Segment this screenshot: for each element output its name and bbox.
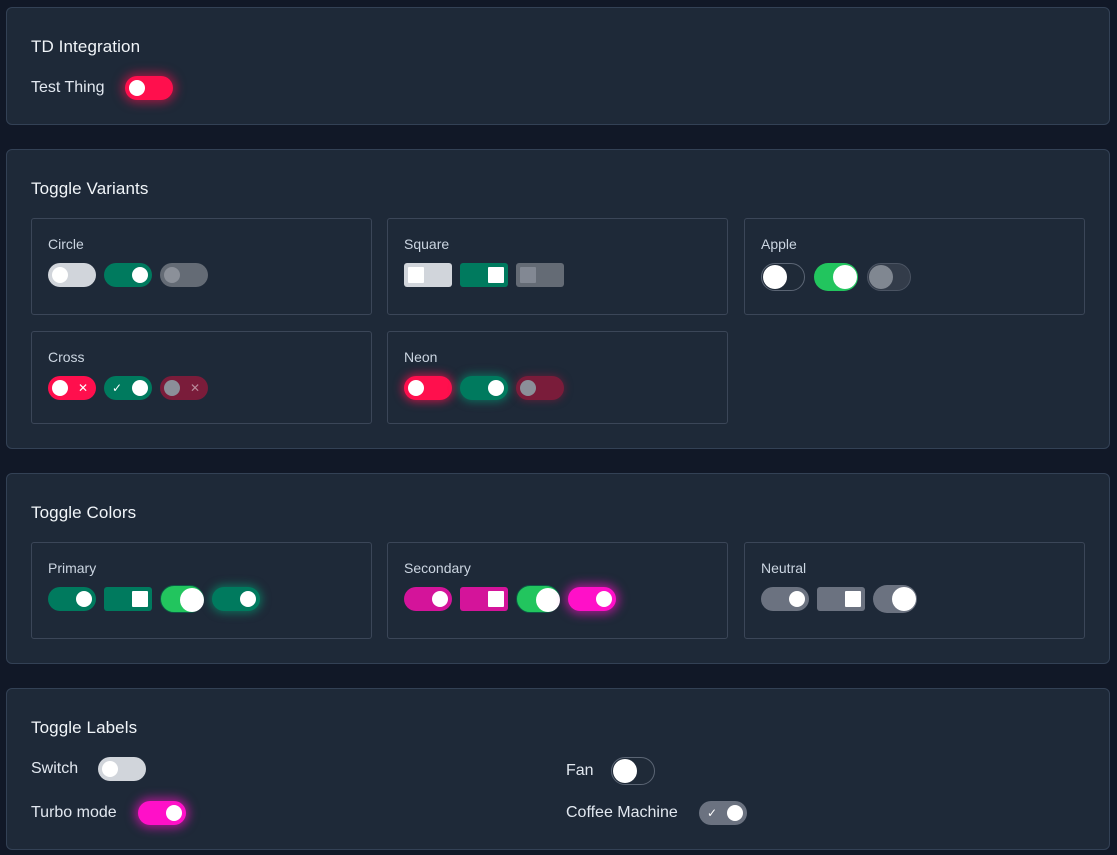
secondary-neon-toggle[interactable]	[568, 587, 616, 611]
neon-variant-title: Neon	[404, 349, 438, 365]
circle-toggle-on[interactable]	[104, 263, 152, 287]
circle-variant-title: Circle	[48, 236, 84, 252]
toggle-knob	[833, 265, 857, 289]
circle-variant-panel: Circle	[31, 218, 372, 315]
toggle-knob	[536, 588, 560, 612]
toggle-variants-card: Toggle Variants Circle Square Apple Cros…	[6, 149, 1110, 449]
neutral-color-title: Neutral	[761, 560, 807, 576]
turbo-mode-toggle[interactable]	[138, 801, 186, 825]
td-integration-title: TD Integration	[31, 37, 141, 56]
toggle-knob	[520, 380, 536, 396]
toggle-knob	[132, 267, 148, 283]
toggle-knob	[892, 587, 916, 611]
apple-variant-title: Apple	[761, 236, 797, 252]
toggle-variants-title: Toggle Variants	[31, 179, 149, 198]
toggle-knob	[596, 591, 612, 607]
test-thing-label: Test Thing	[31, 79, 105, 96]
square-variant-panel: Square	[387, 218, 728, 315]
circle-toggle-disabled	[160, 263, 208, 287]
primary-color-title: Primary	[48, 560, 97, 576]
toggle-labels-title: Toggle Labels	[31, 718, 138, 737]
square-toggle-off[interactable]	[404, 263, 452, 287]
neutral-apple-toggle[interactable]	[873, 585, 917, 613]
toggle-colors-title: Toggle Colors	[31, 503, 137, 522]
fan-toggle[interactable]	[611, 757, 655, 785]
toggle-knob	[488, 380, 504, 396]
toggle-knob	[613, 759, 637, 783]
toggle-knob	[76, 591, 92, 607]
cross-toggle-disabled: ✕	[160, 376, 208, 400]
toggle-knob	[164, 380, 180, 396]
toggle-knob	[869, 265, 893, 289]
neon-toggle-on[interactable]	[460, 376, 508, 400]
cross-variant-title: Cross	[48, 349, 85, 365]
toggle-knob	[488, 591, 504, 607]
primary-apple-toggle[interactable]	[160, 585, 204, 613]
toggle-labels-card: Toggle Labels Switch Turbo mode Fan Coff…	[6, 688, 1110, 850]
toggle-knob	[408, 267, 424, 283]
square-toggle-on[interactable]	[460, 263, 508, 287]
toggle-knob	[240, 591, 256, 607]
neutral-color-panel: Neutral	[744, 542, 1085, 639]
toggle-knob	[166, 805, 182, 821]
toggle-knob	[102, 761, 118, 777]
check-icon: ✓	[112, 381, 123, 395]
fan-label: Fan	[566, 762, 594, 779]
apple-toggle-disabled	[867, 263, 911, 291]
primary-circle-toggle[interactable]	[48, 587, 96, 611]
secondary-color-panel: Secondary	[387, 542, 728, 639]
toggle-colors-card: Toggle Colors Primary Secondary Neutral	[6, 473, 1110, 664]
cross-variant-panel: Cross ✕ ✓ ✕	[31, 331, 372, 424]
toggle-knob	[129, 80, 145, 96]
toggle-knob	[727, 805, 743, 821]
apple-toggle-on[interactable]	[814, 263, 858, 291]
toggle-knob	[488, 267, 504, 283]
coffee-machine-toggle[interactable]: ✓	[699, 801, 747, 825]
test-thing-toggle[interactable]	[125, 76, 173, 100]
toggle-knob	[845, 591, 861, 607]
primary-neon-toggle[interactable]	[212, 587, 260, 611]
cross-icon: ✕	[78, 381, 89, 395]
toggle-knob	[763, 265, 787, 289]
toggle-knob	[164, 267, 180, 283]
coffee-machine-label: Coffee Machine	[566, 804, 678, 821]
cross-icon: ✕	[190, 381, 201, 395]
primary-color-panel: Primary	[31, 542, 372, 639]
circle-toggle-off[interactable]	[48, 263, 96, 287]
toggle-knob	[52, 380, 68, 396]
toggle-knob	[132, 591, 148, 607]
secondary-circle-toggle[interactable]	[404, 587, 452, 611]
toggle-knob	[180, 588, 204, 612]
secondary-apple-toggle[interactable]	[516, 585, 560, 613]
cross-toggle-on[interactable]: ✓	[104, 376, 152, 400]
secondary-square-toggle[interactable]	[460, 587, 508, 611]
apple-variant-panel: Apple	[744, 218, 1085, 315]
neutral-circle-toggle[interactable]	[761, 587, 809, 611]
neutral-square-toggle[interactable]	[817, 587, 865, 611]
primary-square-toggle[interactable]	[104, 587, 152, 611]
apple-toggle-off[interactable]	[761, 263, 805, 291]
turbo-mode-label: Turbo mode	[31, 804, 117, 821]
toggle-knob	[520, 267, 536, 283]
neon-toggle-disabled	[516, 376, 564, 400]
check-icon: ✓	[707, 806, 718, 820]
toggle-knob	[789, 591, 805, 607]
secondary-color-title: Secondary	[404, 560, 471, 576]
square-variant-title: Square	[404, 236, 450, 252]
toggle-knob	[132, 380, 148, 396]
toggle-knob	[52, 267, 68, 283]
neon-variant-panel: Neon	[387, 331, 728, 424]
td-integration-card: TD Integration Test Thing	[6, 7, 1110, 125]
square-toggle-disabled	[516, 263, 564, 287]
toggle-knob	[408, 380, 424, 396]
switch-label: Switch	[31, 760, 79, 777]
switch-toggle[interactable]	[98, 757, 146, 781]
toggle-knob	[432, 591, 448, 607]
cross-toggle-off[interactable]: ✕	[48, 376, 96, 400]
neon-toggle-off[interactable]	[404, 376, 452, 400]
